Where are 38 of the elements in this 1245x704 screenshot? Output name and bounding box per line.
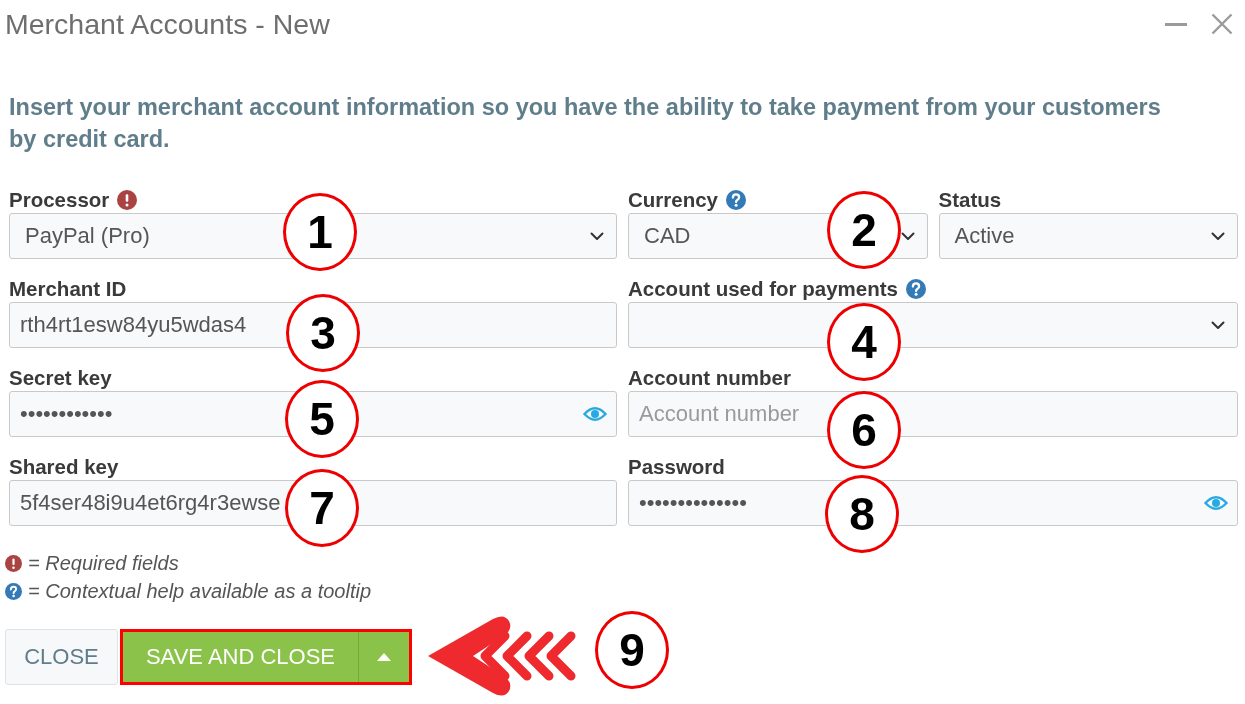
help-icon[interactable] [905, 279, 926, 299]
close-button[interactable]: CLOSE [5, 629, 118, 685]
eye-icon[interactable] [583, 406, 607, 422]
eye-icon[interactable] [1204, 495, 1228, 511]
numbered-callout: 7 [285, 469, 359, 547]
help-icon [5, 582, 22, 600]
field-label: Password [628, 455, 725, 479]
numbered-callout: 1 [283, 193, 357, 271]
chevron-down-icon [1211, 320, 1225, 330]
legend-text: = Contextual help available as a tooltip [28, 579, 371, 603]
numbered-callout: 2 [827, 191, 901, 269]
caret-up-icon [377, 653, 391, 661]
chevron-down-icon [590, 231, 604, 241]
chevron-down-icon [900, 231, 915, 241]
numbered-callout: 4 [827, 303, 901, 381]
close-icon[interactable] [1211, 13, 1233, 35]
more-options-button[interactable] [358, 632, 409, 682]
legend-text: = Required fields [28, 551, 179, 575]
field-label: Shared key [9, 455, 119, 479]
numbered-callout: 5 [285, 380, 359, 458]
field-label: Account used for payments [628, 277, 898, 301]
minimize-icon[interactable] [1165, 22, 1187, 26]
numbered-callout: 8 [825, 475, 899, 553]
field-label: Processor [9, 188, 110, 212]
field-label: Secret key [9, 366, 112, 390]
field-label: Status [938, 188, 1002, 212]
window-title: Merchant Accounts - New [5, 7, 330, 41]
field-label: Currency [628, 188, 718, 212]
numbered-callout: 6 [827, 391, 901, 469]
intro-text: Insert your merchant account information so you have the ability to take payment from your customers by credit card. [9, 93, 1162, 154]
help-icon[interactable] [726, 190, 746, 210]
chevron-down-icon [1211, 231, 1225, 241]
required-icon [5, 554, 22, 572]
numbered-callout: 3 [286, 294, 360, 372]
field-label: Account number [628, 366, 791, 390]
numbered-callout: 9 [595, 611, 669, 689]
dropdown[interactable]: Active [938, 213, 1238, 259]
field-label: Merchant ID [9, 277, 127, 301]
